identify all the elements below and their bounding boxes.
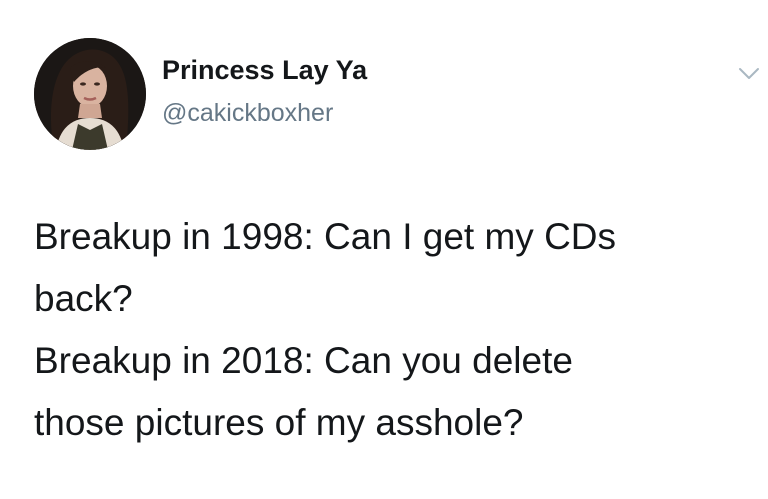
tweet-text-line: Breakup in 2018: Can you delete: [34, 340, 573, 381]
author-avatar[interactable]: [34, 38, 146, 150]
avatar-photo-icon: [34, 38, 146, 150]
tweet-text-line: back?: [34, 278, 133, 319]
chevron-down-icon[interactable]: [738, 66, 760, 82]
author-display-name[interactable]: Princess Lay Ya: [162, 55, 367, 86]
tweet-text: Breakup in 1998: Can I get my CDs back? …: [34, 206, 734, 454]
tweet-text-line: those pictures of my asshole?: [34, 402, 524, 443]
author-handle[interactable]: @cakickboxher: [162, 99, 333, 128]
tweet-card: Princess Lay Ya @cakickboxher Breakup in…: [0, 0, 768, 499]
tweet-text-line: Breakup in 1998: Can I get my CDs: [34, 216, 617, 257]
